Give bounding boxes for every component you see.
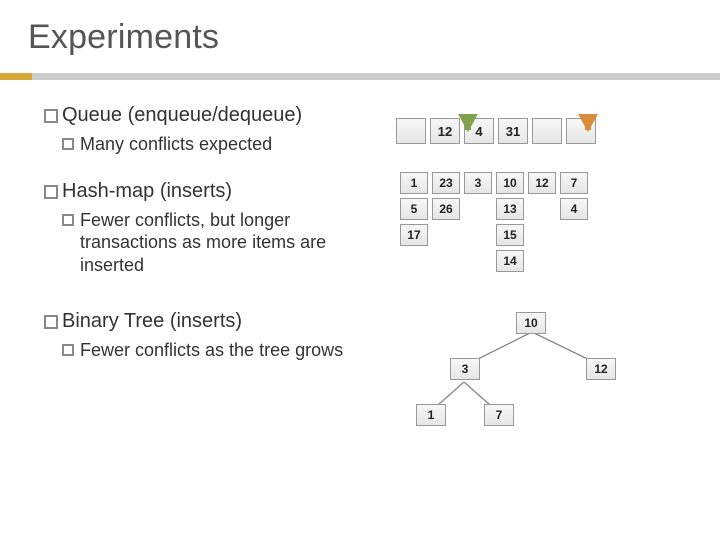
hash-row: 14 (400, 250, 696, 272)
visual-column: 12 4 31 1 23 3 10 12 7 5 26 13 (396, 98, 696, 442)
title-rule-accent (0, 73, 32, 80)
hash-cell: 12 (528, 172, 556, 194)
hash-row: 1 23 3 10 12 7 (400, 172, 696, 194)
tree-node-leaf: 1 (416, 404, 446, 426)
enqueue-arrow-icon (458, 114, 478, 132)
queue-cell (396, 118, 426, 144)
queue-diagram: 12 4 31 (396, 118, 696, 144)
bullet-tree-heading: Binary Tree (inserts) (44, 310, 384, 333)
queue-cell: 12 (430, 118, 460, 144)
tree-node-left: 3 (450, 358, 480, 380)
page-title: Experiments (0, 0, 720, 63)
tree-node-right: 12 (586, 358, 616, 380)
hash-cell: 13 (496, 198, 524, 220)
tree-node-root: 10 (516, 312, 546, 334)
content-area: Queue (enqueue/dequeue) Many conflicts e… (0, 98, 720, 442)
section-hashmap: Hash-map (inserts) Fewer conflicts, but … (44, 180, 384, 277)
queue-cell: 31 (498, 118, 528, 144)
tree-node-leaf: 7 (484, 404, 514, 426)
hash-cell: 17 (400, 224, 428, 246)
hash-cell: 3 (464, 172, 492, 194)
text-column: Queue (enqueue/dequeue) Many conflicts e… (44, 98, 384, 442)
hash-cell: 15 (496, 224, 524, 246)
queue-cells: 12 4 31 (396, 118, 696, 144)
hash-cell: 10 (496, 172, 524, 194)
hash-cell: 14 (496, 250, 524, 272)
hash-cell: 26 (432, 198, 460, 220)
queue-cell (532, 118, 562, 144)
bullet-hash-heading: Hash-map (inserts) (44, 180, 384, 203)
hash-row: 17 15 (400, 224, 696, 246)
hash-cell: 5 (400, 198, 428, 220)
hashmap-diagram: 1 23 3 10 12 7 5 26 13 4 17 15 (396, 172, 696, 272)
hash-cell: 4 (560, 198, 588, 220)
title-rule (0, 73, 720, 80)
bullet-queue-sub: Many conflicts expected (62, 133, 384, 156)
dequeue-arrow-icon (578, 114, 598, 132)
section-queue: Queue (enqueue/dequeue) Many conflicts e… (44, 104, 384, 156)
hash-cell: 7 (560, 172, 588, 194)
hash-cell: 1 (400, 172, 428, 194)
bullet-hash-sub: Fewer conflicts, but longer transactions… (62, 209, 384, 277)
hash-cell: 23 (432, 172, 460, 194)
hash-row: 5 26 13 4 (400, 198, 696, 220)
tree-diagram: 10 3 12 1 7 (402, 312, 696, 442)
bullet-queue-heading: Queue (enqueue/dequeue) (44, 104, 384, 127)
bullet-tree-sub: Fewer conflicts as the tree grows (62, 339, 384, 362)
section-tree: Binary Tree (inserts) Fewer conflicts as… (44, 310, 384, 362)
